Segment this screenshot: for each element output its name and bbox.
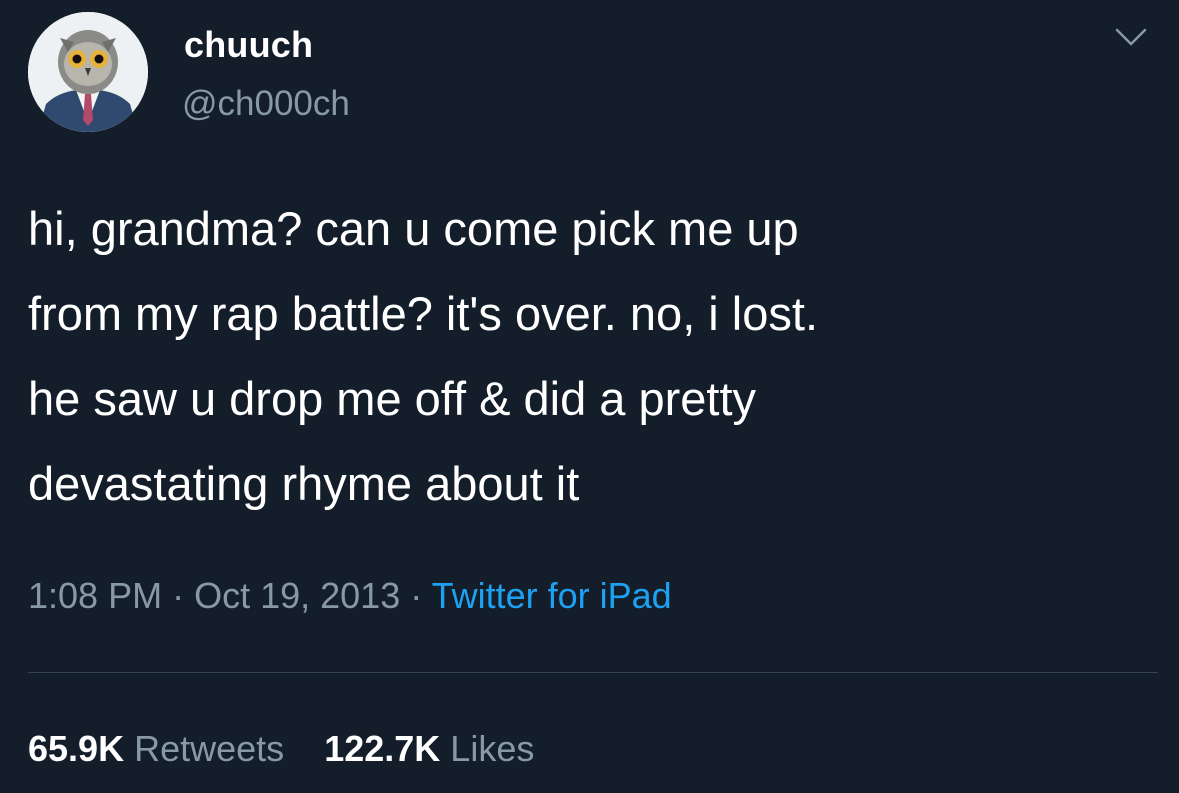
likes-stat[interactable]: 122.7K Likes <box>324 728 534 770</box>
tweet-text-line: devastating rhyme about it <box>28 457 580 510</box>
meta-separator: · <box>400 575 432 616</box>
user-handle[interactable]: @ch000ch <box>182 84 350 124</box>
likes-label: Likes <box>450 728 535 769</box>
likes-count: 122.7K <box>324 728 441 769</box>
chevron-down-icon[interactable] <box>1114 26 1148 48</box>
tweet-text-line: hi, grandma? can u come pick me up <box>28 202 799 255</box>
retweets-stat[interactable]: 65.9K Retweets <box>28 728 284 770</box>
avatar[interactable] <box>28 12 148 132</box>
tweet-header: chuuch @ch000ch <box>28 12 1148 132</box>
tweet-meta: 1:08 PM · Oct 19, 2013 · Twitter for iPa… <box>28 575 672 617</box>
tweet-date[interactable]: Oct 19, 2013 <box>194 575 400 616</box>
retweets-count: 65.9K <box>28 728 125 769</box>
tweet-text-line: he saw u drop me off & did a pretty <box>28 372 757 425</box>
divider <box>28 672 1158 673</box>
retweets-label: Retweets <box>134 728 285 769</box>
tweet-text: hi, grandma? can u come pick me up from … <box>28 186 1158 526</box>
tweet-source-link[interactable]: Twitter for iPad <box>432 575 672 616</box>
tweet-card: chuuch @ch000ch hi, grandma? can u come … <box>0 0 1179 793</box>
display-name[interactable]: chuuch <box>184 24 313 66</box>
tweet-text-line: from my rap battle? it's over. no, i los… <box>28 287 819 340</box>
owl-in-suit-avatar-icon <box>28 12 148 132</box>
meta-separator: · <box>162 575 195 616</box>
tweet-stats: 65.9K Retweets 122.7K Likes <box>28 728 564 770</box>
tweet-time[interactable]: 1:08 PM <box>28 575 162 616</box>
